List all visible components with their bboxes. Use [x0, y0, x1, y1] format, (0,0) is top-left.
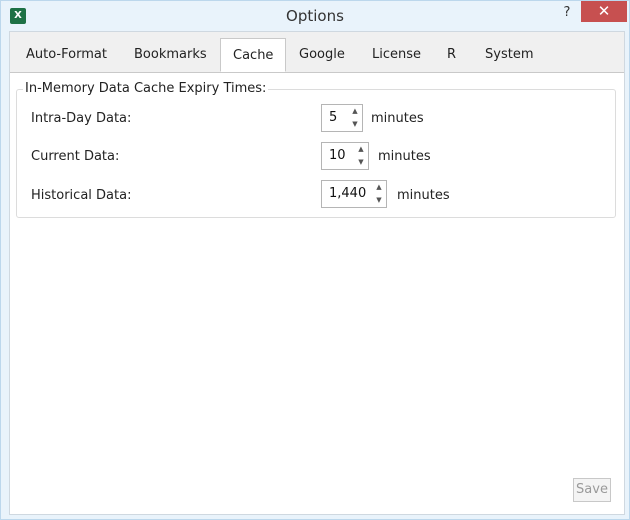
tab-r[interactable]: R	[439, 44, 464, 66]
spin-down-icon[interactable]: ▼	[354, 156, 368, 169]
dialog-content: Auto-Format Bookmarks Cache Google Licen…	[9, 31, 625, 515]
tab-strip: Auto-Format Bookmarks Cache Google Licen…	[10, 32, 624, 73]
current-data-label: Current Data:	[31, 149, 120, 164]
intra-day-label: Intra-Day Data:	[31, 111, 132, 126]
spin-down-icon[interactable]: ▼	[348, 118, 362, 131]
historical-data-spinner[interactable]: 1,440 ▲ ▼	[321, 180, 387, 208]
tab-license[interactable]: License	[364, 44, 429, 66]
intra-day-spinner[interactable]: 5 ▲ ▼	[321, 104, 363, 132]
cache-expiry-group: In-Memory Data Cache Expiry Times: Intra…	[16, 81, 616, 218]
current-data-value[interactable]: 10	[329, 148, 346, 163]
current-data-spinner[interactable]: 10 ▲ ▼	[321, 142, 369, 170]
title-bar[interactable]: X Options ? ✕	[1, 1, 629, 31]
tab-auto-format[interactable]: Auto-Format	[18, 44, 115, 66]
options-window: X Options ? ✕ Auto-Format Bookmarks Cach…	[0, 0, 630, 520]
tab-system[interactable]: System	[477, 44, 541, 66]
cache-tab-panel: In-Memory Data Cache Expiry Times: Intra…	[10, 73, 624, 514]
close-icon: ✕	[597, 2, 611, 20]
spinner-arrows: ▲ ▼	[372, 181, 386, 207]
historical-data-value[interactable]: 1,440	[329, 186, 366, 201]
tab-google[interactable]: Google	[291, 44, 353, 66]
intra-day-unit: minutes	[371, 111, 424, 126]
spin-up-icon[interactable]: ▲	[372, 181, 386, 194]
historical-data-label: Historical Data:	[31, 188, 132, 203]
close-button[interactable]: ✕	[581, 1, 627, 22]
spin-up-icon[interactable]: ▲	[354, 143, 368, 156]
spinner-arrows: ▲ ▼	[354, 143, 368, 169]
tab-bookmarks[interactable]: Bookmarks	[126, 44, 215, 66]
help-button[interactable]: ?	[556, 3, 578, 23]
group-title: In-Memory Data Cache Expiry Times:	[23, 81, 269, 96]
historical-data-unit: minutes	[397, 188, 450, 203]
current-data-unit: minutes	[378, 149, 431, 164]
tab-cache[interactable]: Cache	[220, 38, 287, 72]
window-title: Options	[286, 7, 344, 25]
spinner-arrows: ▲ ▼	[348, 105, 362, 131]
spin-up-icon[interactable]: ▲	[348, 105, 362, 118]
intra-day-value[interactable]: 5	[329, 110, 337, 125]
save-button[interactable]: Save	[573, 478, 611, 502]
spin-down-icon[interactable]: ▼	[372, 194, 386, 207]
